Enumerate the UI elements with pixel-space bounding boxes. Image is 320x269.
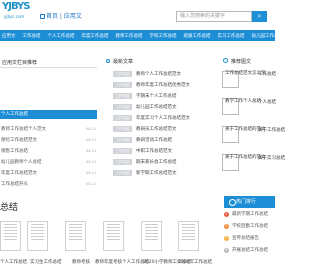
list-item[interactable]: 教师工作总结个人范文 — [1, 126, 46, 132]
list-item[interactable]: 工作总结开头 — [1, 181, 28, 187]
nav-item[interactable]: 实习工作总结 — [218, 33, 245, 39]
rank-number-2: 2 — [224, 224, 229, 229]
article-link[interactable]: 幼儿园工作总结范文 — [136, 104, 177, 110]
hot-item[interactable]: 学校后勤工作总结 — [232, 223, 268, 229]
nav-item[interactable]: 班主任工作 — [290, 33, 313, 39]
category-tag[interactable]: 工作总结 — [113, 137, 132, 143]
middle-section-title: 最新文章 — [113, 59, 134, 65]
document-thumbnail[interactable] — [27, 221, 48, 251]
article-link[interactable]: 教师个人工作总结范文 — [136, 71, 181, 77]
breadcrumb-label: 首页 | 应用文 — [46, 13, 82, 20]
home-icon — [40, 14, 45, 19]
nav-item[interactable]: 幼儿园工作总结 — [252, 33, 284, 39]
list-item-date: 08-11 — [86, 160, 97, 164]
document-caption[interactable]: 教师年度考核个人工作总结 — [95, 259, 149, 265]
list-item[interactable]: 保险工作总结范文 — [1, 137, 37, 143]
site-logo-url: yjbys.com — [4, 14, 25, 19]
category-tag[interactable]: 工作总结 — [113, 104, 132, 110]
document-thumbnail[interactable] — [0, 221, 21, 251]
category-tag[interactable]: 工作总结 — [113, 115, 132, 121]
recommend-icon — [223, 58, 228, 63]
hot-item[interactable]: 宣传总结报告 — [232, 235, 259, 241]
rank-number-1: 1 — [224, 212, 229, 217]
list-item[interactable]: 销售工作总结 — [1, 148, 28, 154]
nav-item[interactable]: 班级工作总结 — [184, 33, 211, 39]
document-thumbnail[interactable] — [141, 221, 162, 251]
document-thumbnail[interactable] — [65, 221, 86, 251]
list-item[interactable]: 年度工作总结范文 — [1, 170, 37, 176]
nav-item[interactable]: 教师工作总结 — [116, 33, 143, 39]
clock-icon — [106, 59, 110, 63]
list-item-date: 08-11 — [86, 171, 97, 175]
site-logo[interactable]: YJBYS — [2, 1, 31, 12]
list-item-date: 08-11 — [86, 127, 97, 131]
recommend-sub[interactable]: 关于工作总结 — [258, 127, 285, 133]
article-link[interactable]: 教师年度工作总结优秀范文 — [136, 82, 190, 88]
left-highlight-item[interactable]: 个人工作总结 — [0, 110, 97, 119]
list-item-date: 08-11 — [86, 138, 97, 142]
divider — [0, 67, 97, 68]
rank-number-4: 4 — [224, 248, 229, 253]
hot-ranking-header: 热门排行 — [224, 196, 275, 208]
search-button[interactable]: ⌕ — [252, 11, 267, 22]
main-nav: 应用文 工作总结 个人工作总结 年度工作总结 教师工作总结 学校工作总结 班级工… — [0, 30, 313, 41]
document-thumbnail[interactable] — [103, 221, 124, 251]
left-section-title: 应用文栏目推荐 — [2, 60, 38, 66]
recommend-sub[interactable]: 个人总结 — [258, 99, 276, 105]
list-item[interactable]: 幼儿园教师个人总结 — [1, 159, 42, 165]
right-section-title: 推荐图文 — [231, 59, 252, 65]
article-link[interactable]: 期末家长会工作总结 — [136, 159, 177, 165]
hot-item[interactable]: 开展总结工作总结 — [232, 247, 268, 253]
document-caption[interactable]: 实习生工作总结 — [30, 259, 62, 265]
recommend-sub[interactable]: 关于实习总结 — [258, 155, 285, 161]
article-link[interactable]: 中职工作总结范文 — [136, 148, 172, 154]
category-tag[interactable]: 工作总结 — [113, 93, 132, 99]
list-item-date: 08-11 — [86, 149, 97, 153]
bottom-section-title: 总结 — [0, 203, 19, 213]
article-link[interactable]: 年度实习个人工作总结范文 — [136, 115, 190, 121]
document-thumbnail[interactable] — [178, 221, 199, 251]
rank-number-3: 3 — [224, 236, 229, 241]
search-input[interactable]: 输入您搜索的关键字 — [176, 11, 252, 22]
nav-item[interactable]: 个人工作总结 — [48, 33, 75, 39]
category-tag[interactable]: 工作总结 — [113, 82, 132, 88]
article-link[interactable]: 学期末个人工作总结 — [136, 93, 177, 99]
category-tag[interactable]: 工作总结 — [113, 148, 132, 154]
document-caption[interactable]: 教师考核 — [72, 259, 90, 265]
recommend-sub[interactable]: 工作总结 — [258, 71, 276, 77]
nav-item[interactable]: 年度工作总结 — [82, 33, 109, 39]
list-item-date: 08-11 — [86, 182, 97, 186]
nav-item[interactable]: 应用文 — [2, 33, 16, 39]
category-tag[interactable]: 工作总结 — [113, 71, 132, 77]
hot-item[interactable]: 最新学期工作总结 — [232, 211, 268, 217]
category-tag[interactable]: 工作总结 — [113, 170, 132, 176]
article-link[interactable]: 新学期工作总结范文 — [136, 170, 177, 176]
document-caption[interactable]: 个人工作总结 — [0, 259, 27, 265]
recommend-title[interactable]: 教学工作个人总结 — [225, 98, 261, 104]
breadcrumb[interactable]: 首页 | 应用文 — [40, 11, 82, 20]
article-link[interactable]: 教研活动工作总结 — [136, 137, 172, 143]
nav-item[interactable]: 工作总结 — [23, 33, 41, 39]
nav-item[interactable]: 学校工作总结 — [150, 33, 177, 39]
category-tag[interactable]: 工作总结 — [113, 126, 132, 132]
category-tag[interactable]: 工作总结 — [113, 159, 132, 165]
document-caption[interactable]: 2020年工作总结 — [178, 259, 212, 265]
article-link[interactable]: 教研员工作总结范文 — [136, 126, 177, 132]
